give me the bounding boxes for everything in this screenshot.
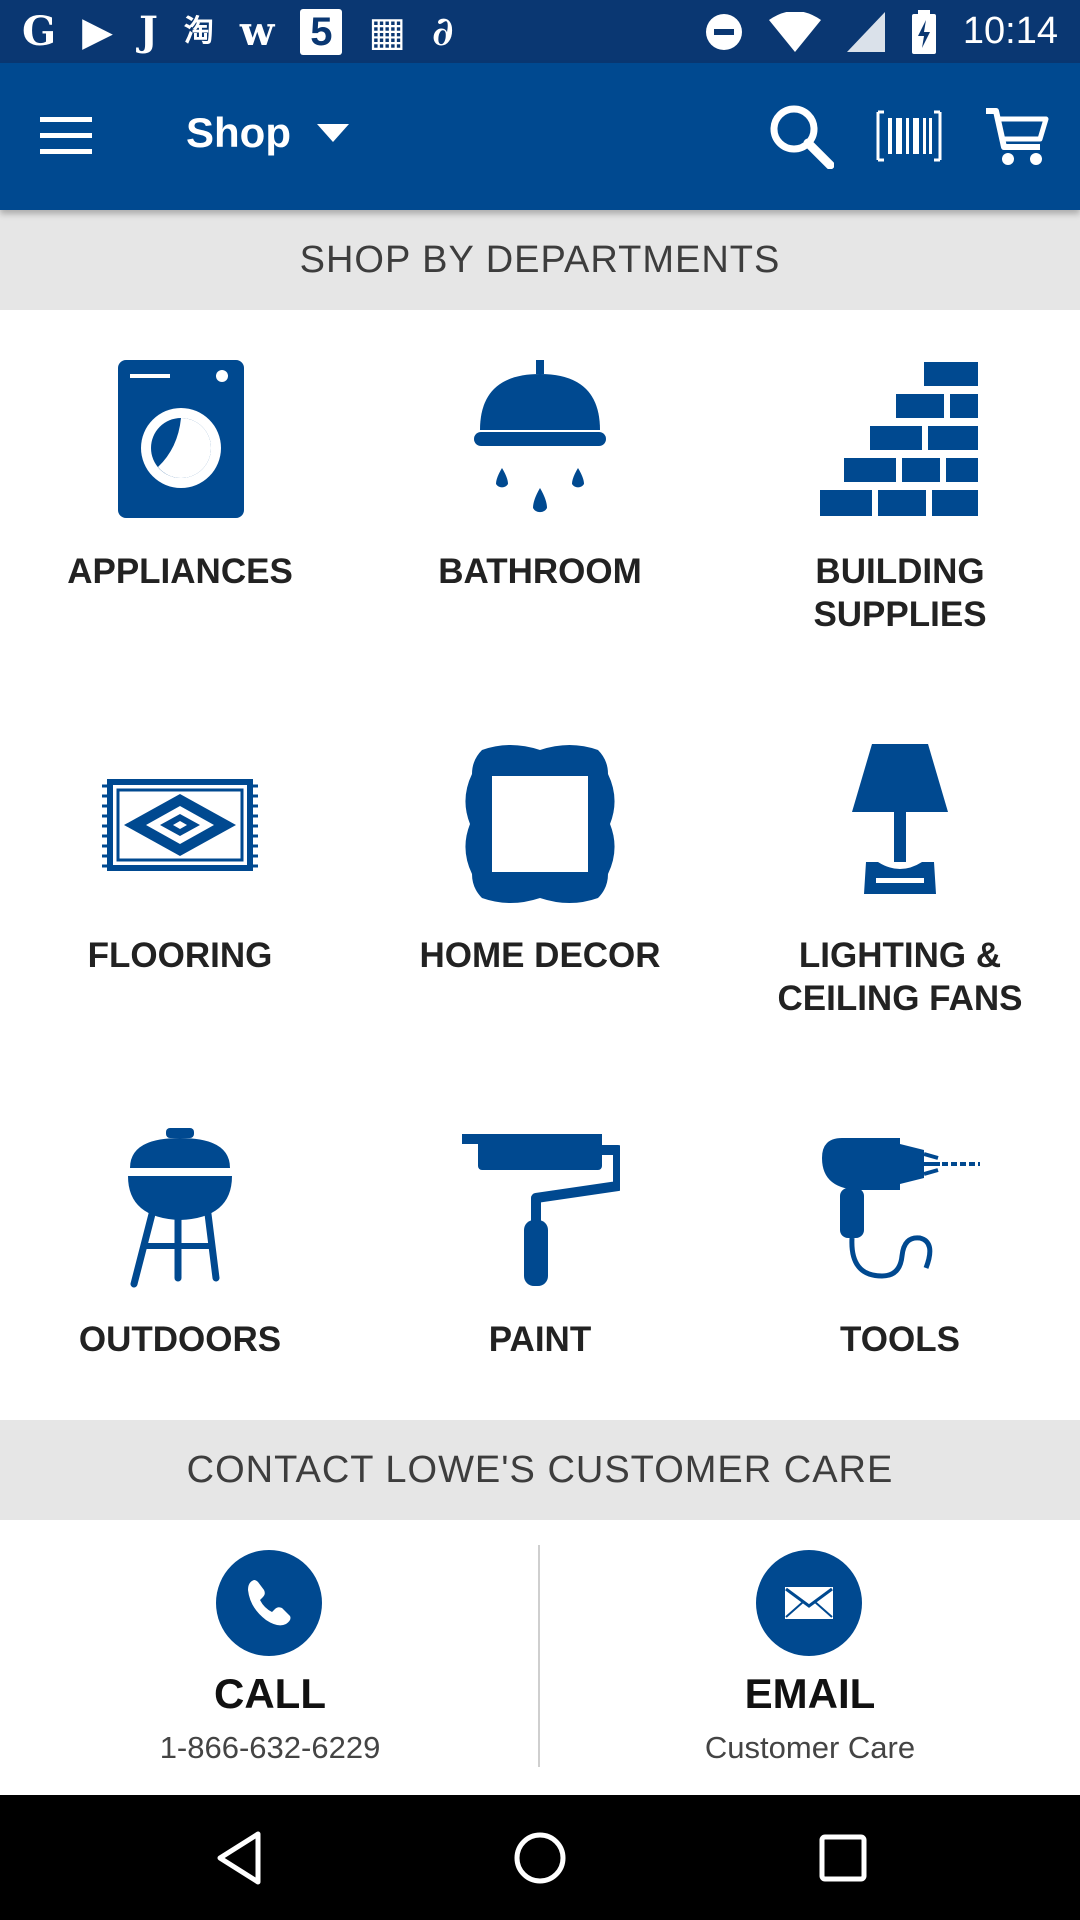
app-bar: Shop <box>0 63 1080 210</box>
call-customer-care-button[interactable]: CALL 1-866-632-6229 <box>0 1520 540 1795</box>
lamp-icon <box>820 744 980 904</box>
departments-header: SHOP BY DEPARTMENTS <box>0 210 1080 310</box>
j-app-icon: J <box>138 7 158 55</box>
do-not-disturb-icon <box>705 13 742 50</box>
department-label: PAINT <box>488 1320 592 1359</box>
drive-icon: ▶ <box>82 7 113 55</box>
email-subtitle: Customer Care <box>704 1730 916 1765</box>
back-icon <box>217 1831 261 1885</box>
department-building-supplies[interactable]: BUILDING SUPPLIES <box>720 310 1080 694</box>
signal-icon <box>846 11 885 52</box>
department-label: OUTDOORS <box>78 1320 282 1359</box>
five-app-icon: 5 <box>300 8 343 55</box>
department-outdoors[interactable]: OUTDOORS <box>0 1078 360 1420</box>
battery-charging-icon <box>911 9 936 54</box>
back-button[interactable] <box>204 1825 274 1891</box>
home-button[interactable] <box>505 1825 575 1891</box>
department-label: APPLIANCES <box>67 552 293 591</box>
department-label: LIGHTING & CEILING FANS <box>777 936 1023 1018</box>
department-label: TOOLS <box>840 1320 960 1359</box>
link-app-icon: ∂ <box>432 7 454 55</box>
menu-button[interactable] <box>40 113 96 159</box>
wifi-icon <box>768 11 821 52</box>
hamburger-menu-icon <box>40 117 92 154</box>
email-customer-care-button[interactable]: EMAIL Customer Care <box>540 1520 1080 1795</box>
shower-head-icon <box>460 360 620 520</box>
google-g-icon: G <box>22 7 57 55</box>
app-bar-actions <box>768 101 1050 171</box>
email-title: EMAIL <box>744 1670 876 1717</box>
picture-frame-icon <box>460 744 620 904</box>
brick-wall-icon <box>820 360 980 520</box>
w-app-icon: w <box>239 7 275 55</box>
grid-app-icon: ▦ <box>368 7 407 55</box>
notification-icons: G ▶ J 淘 w 5 ▦ ∂ <box>22 7 454 55</box>
department-label: FLOORING <box>87 936 273 975</box>
search-icon <box>770 105 834 169</box>
recents-icon <box>819 1834 867 1882</box>
navigation-bar <box>0 1795 1080 1920</box>
department-home-decor[interactable]: HOME DECOR <box>360 694 720 1078</box>
department-appliances[interactable]: APPLIANCES <box>0 310 360 694</box>
cart-icon <box>986 108 1049 165</box>
phone-icon <box>248 1580 291 1626</box>
barcode-scan-button[interactable] <box>876 101 942 171</box>
search-button[interactable] <box>768 101 834 171</box>
contact-header: CONTACT LOWE'S CUSTOMER CARE <box>0 1420 1080 1520</box>
shop-title: Shop <box>186 109 291 156</box>
status-bar: G ▶ J 淘 w 5 ▦ ∂ 10:14 <box>0 0 1080 63</box>
drill-icon <box>820 1128 980 1288</box>
department-flooring[interactable]: FLOORING <box>0 694 360 1078</box>
department-lighting-ceiling-fans[interactable]: LIGHTING & CEILING FANS <box>720 694 1080 1078</box>
call-title: CALL <box>214 1670 326 1717</box>
taobao-icon: 淘 <box>183 13 214 49</box>
shop-dropdown[interactable]: Shop <box>186 109 349 157</box>
cart-button[interactable] <box>984 101 1050 171</box>
envelope-icon <box>785 1587 833 1619</box>
home-icon <box>514 1832 566 1884</box>
department-paint[interactable]: PAINT <box>360 1078 720 1420</box>
dropdown-arrow-icon <box>316 124 349 142</box>
status-time: 10:14 <box>962 10 1058 52</box>
email-circle <box>756 1550 862 1656</box>
grill-icon <box>100 1128 260 1288</box>
recents-button[interactable] <box>808 1825 878 1891</box>
barcode-scan-icon <box>876 110 942 162</box>
department-bathroom[interactable]: BATHROOM <box>360 310 720 694</box>
departments-grid: APPLIANCES BATHROOM BUILDING SUPPLIES FL… <box>0 310 1080 1420</box>
department-label: HOME DECOR <box>419 936 661 975</box>
system-icons: 10:14 <box>705 9 1058 54</box>
department-tools[interactable]: TOOLS <box>720 1078 1080 1420</box>
contact-options: CALL 1-866-632-6229 EMAIL Customer Care <box>0 1520 1080 1795</box>
paint-roller-icon <box>460 1128 620 1288</box>
rug-icon <box>100 744 260 904</box>
washer-icon <box>100 360 260 520</box>
department-label: BATHROOM <box>438 552 642 591</box>
department-label: BUILDING SUPPLIES <box>813 552 987 634</box>
call-phone-number: 1-866-632-6229 <box>159 1730 381 1765</box>
call-circle <box>216 1550 322 1656</box>
